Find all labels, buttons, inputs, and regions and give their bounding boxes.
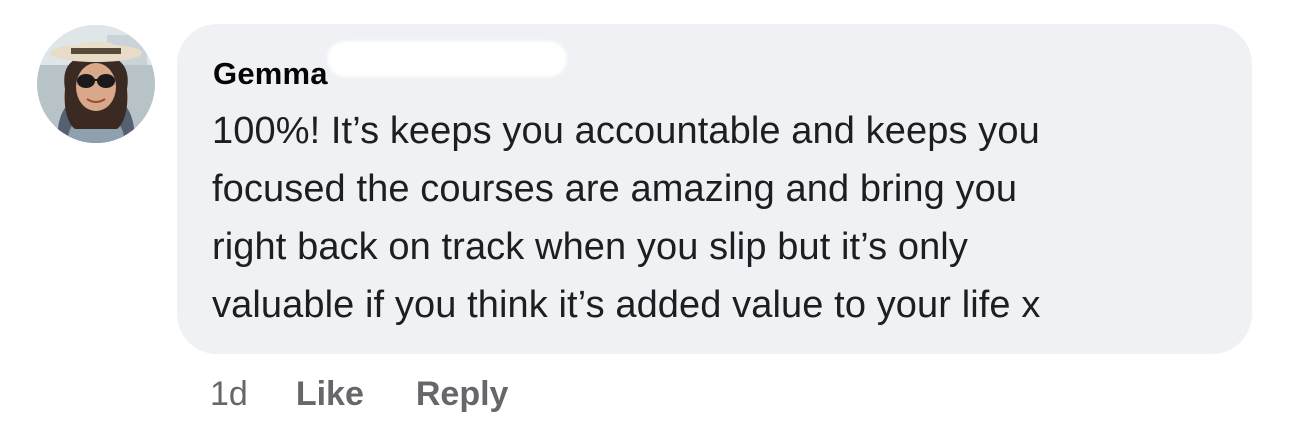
author-row: Gemma (213, 54, 328, 94)
reply-button[interactable]: Reply (416, 375, 509, 414)
like-button[interactable]: Like (296, 375, 364, 414)
author-name[interactable]: Gemma (213, 56, 328, 92)
comment-text-line: 100%! It’s keeps you accountable and kee… (212, 110, 1040, 152)
comment-bubble: Gemma 100%! It’s keeps you accountable a… (177, 24, 1252, 354)
avatar[interactable] (37, 25, 155, 143)
comment: Gemma 100%! It’s keeps you accountable a… (0, 0, 1290, 429)
comment-text: 100%! It’s keeps you accountable and kee… (212, 102, 1232, 334)
timestamp[interactable]: 1d (210, 375, 248, 414)
comment-actions: 1d Like Reply (210, 372, 560, 416)
comment-text-line: focused the courses are amazing and brin… (212, 168, 1018, 210)
redacted-surname (329, 43, 565, 75)
comment-text-line: valuable if you think it’s added value t… (212, 284, 1041, 326)
comment-text-line: right back on track when you slip but it… (212, 226, 968, 268)
profile-photo-icon (37, 25, 155, 143)
